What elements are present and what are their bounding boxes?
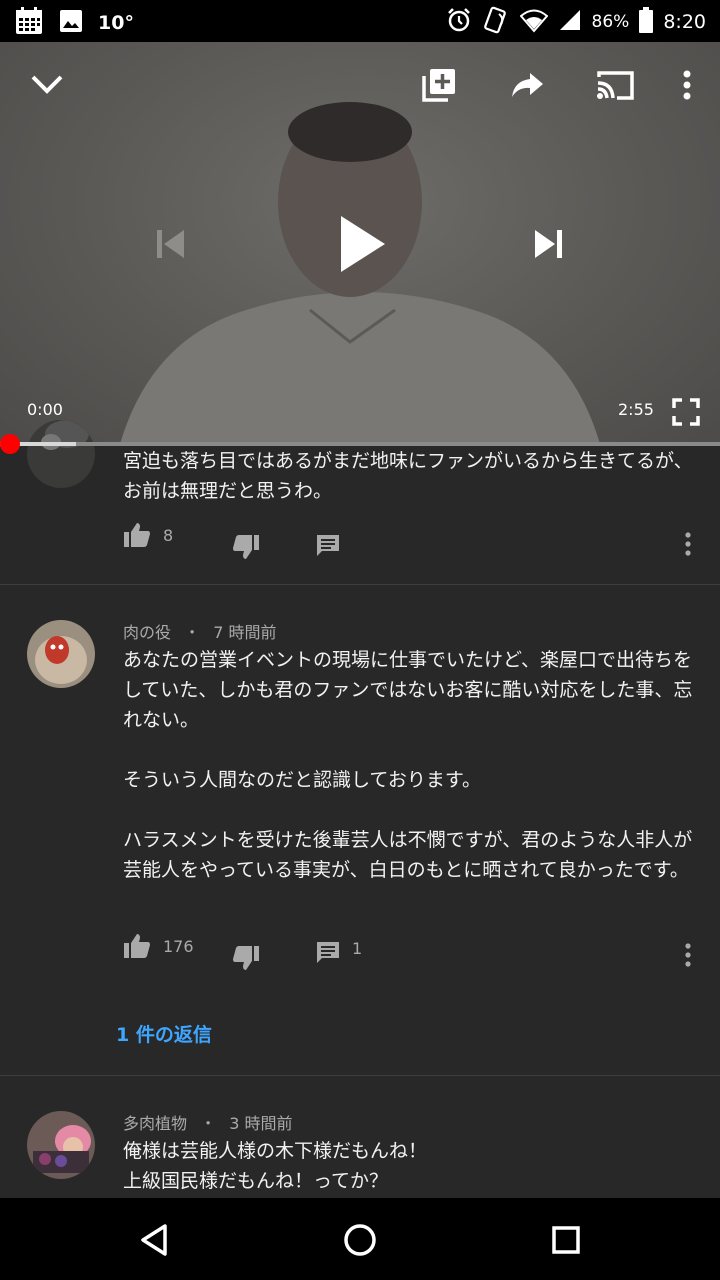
battery-icon	[639, 7, 654, 37]
play-icon[interactable]	[330, 212, 394, 276]
comment-icon	[317, 942, 339, 963]
thumbs-up-icon	[124, 934, 150, 958]
like-button[interactable]: 8	[123, 522, 173, 548]
comment-item: 肉の役 ・ 7 時間前 あなたの営業イベントの現場に仕事でいたけど、楽屋口で出待…	[0, 585, 720, 1075]
avatar[interactable]	[27, 420, 95, 488]
comment-author[interactable]: 肉の役	[123, 623, 171, 642]
more-icon[interactable]	[664, 62, 710, 108]
comment-item: 多肉植物 ・ 3 時間前 俺様は芸能人様の木下様だもんね！ 上級国民様だもんね！…	[0, 1076, 720, 1198]
system-nav-bar	[0, 1198, 720, 1280]
meta-separator: ・	[184, 623, 201, 642]
reply-button[interactable]	[316, 534, 340, 558]
image-icon	[58, 8, 84, 38]
video-player[interactable]: 0:00 2:55	[0, 42, 720, 444]
thumbs-up-icon	[124, 523, 150, 547]
cast-icon[interactable]	[590, 62, 640, 108]
like-count: 176	[163, 936, 194, 956]
comment-more-icon[interactable]	[684, 532, 692, 556]
comment-text: 俺様は芸能人様の木下様だもんね！ 上級国民様だもんね！ってか？	[123, 1140, 428, 1192]
chevron-down-icon[interactable]	[24, 62, 70, 108]
comment-text: 宮迫も落ち目ではあるがまだ地味にファンがいるから生きてるが、お前は無理だと思うわ…	[123, 450, 693, 502]
alarm-icon	[446, 7, 472, 37]
add-to-playlist-icon[interactable]	[416, 62, 462, 108]
comment-actions: 8	[0, 522, 720, 562]
calendar-icon	[14, 6, 44, 40]
battery-percent: 86%	[591, 12, 630, 32]
fullscreen-icon[interactable]	[668, 394, 704, 430]
recents-icon[interactable]	[542, 1216, 590, 1264]
wifi-icon	[519, 7, 548, 37]
nfc-icon	[482, 6, 510, 38]
progress-bar[interactable]	[0, 434, 720, 454]
comment-meta: 多肉植物 ・ 3 時間前	[123, 1110, 293, 1134]
comment-author[interactable]: 多肉植物	[123, 1114, 187, 1133]
avatar[interactable]	[27, 620, 95, 688]
like-button[interactable]: 176	[123, 933, 194, 959]
view-replies-link[interactable]: 1 件の返信	[116, 1020, 212, 1047]
comment-text: あなたの営業イベントの現場に仕事でいたけど、楽屋口で出待ちをしていた、しかも君の…	[123, 649, 693, 881]
dislike-button[interactable]	[232, 534, 260, 560]
reply-button[interactable]: 1	[316, 938, 363, 965]
scrubber-handle[interactable]	[0, 434, 20, 454]
temperature-text: 10°	[98, 12, 134, 34]
reply-count: 1	[352, 938, 363, 958]
thumbs-down-icon	[233, 946, 259, 970]
status-bar: 10° 86% 8:20	[0, 0, 720, 42]
comment-item: 宮迫も落ち目ではあるがまだ地味にファンがいるから生きてるが、お前は無理だと思うわ…	[0, 420, 720, 584]
next-icon[interactable]	[527, 222, 571, 266]
meta-separator: ・	[200, 1114, 217, 1133]
current-time: 0:00	[27, 400, 63, 419]
back-icon[interactable]	[130, 1216, 178, 1264]
signal-icon	[558, 8, 582, 36]
comment-actions: 176 1	[0, 933, 720, 973]
home-icon[interactable]	[336, 1216, 384, 1264]
previous-icon[interactable]	[148, 222, 192, 266]
comment-icon	[317, 535, 339, 556]
clock: 8:20	[663, 11, 706, 33]
comment-meta: 肉の役 ・ 7 時間前	[123, 619, 277, 643]
thumbs-down-icon	[233, 535, 259, 559]
comment-time: 3 時間前	[229, 1114, 293, 1133]
player-top-controls	[0, 42, 720, 128]
like-count: 8	[163, 525, 174, 545]
comment-time: 7 時間前	[213, 623, 277, 642]
dislike-button[interactable]	[232, 945, 260, 971]
comment-more-icon[interactable]	[684, 943, 692, 967]
share-icon[interactable]	[504, 62, 550, 108]
duration: 2:55	[618, 400, 654, 419]
avatar[interactable]	[27, 1111, 95, 1179]
